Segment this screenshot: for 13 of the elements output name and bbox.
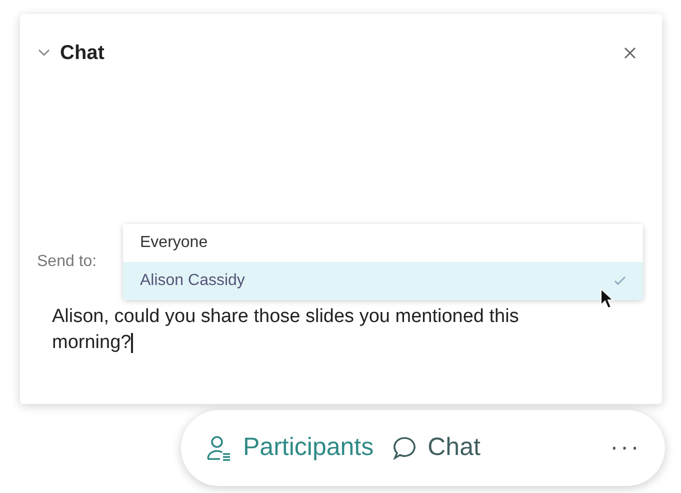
more-button[interactable]: ··· xyxy=(606,423,645,473)
dropdown-option[interactable]: Everyone xyxy=(123,224,643,262)
mouse-pointer-icon xyxy=(600,288,614,310)
dropdown-option[interactable]: Alison Cassidy xyxy=(123,262,643,300)
check-icon xyxy=(614,276,626,286)
close-icon[interactable] xyxy=(622,45,638,61)
send-to-label: Send to: xyxy=(37,253,97,270)
chat-bubble-icon xyxy=(392,435,418,461)
participants-icon xyxy=(205,434,233,462)
message-field[interactable]: Alison, could you share those slides you mentioned this morning? xyxy=(52,304,597,356)
participants-button[interactable]: Participants xyxy=(201,423,378,473)
panel-title: Chat xyxy=(60,41,104,66)
chat-button[interactable]: Chat xyxy=(388,423,484,473)
